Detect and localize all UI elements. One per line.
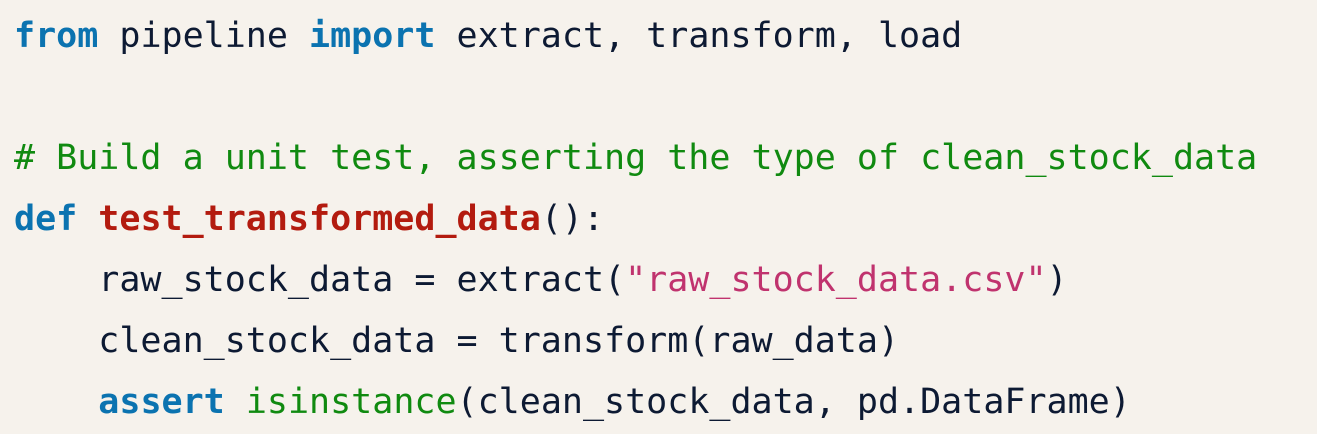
code-token-plain: raw_stock_data = extract( [14, 260, 626, 300]
code-token-function-name: test_transformed_data [98, 199, 541, 239]
code-token-string: "raw_stock_data.csv" [625, 260, 1047, 300]
code-token-comment: # Build a unit test, asserting the type … [14, 138, 1258, 178]
code-token-plain: (): [540, 199, 605, 239]
code-line: # Build a unit test, asserting the type … [14, 128, 1317, 189]
code-token-plain: clean_stock_data = transform(raw_data) [14, 321, 900, 361]
code-editor[interactable]: from pipeline import extract, transform,… [0, 0, 1317, 434]
code-token-builtin: isinstance [245, 382, 457, 422]
code-token-plain: ) [1046, 260, 1068, 300]
code-line: from pipeline import extract, transform,… [14, 6, 1317, 67]
code-token-plain: extract, transform, load [435, 16, 963, 56]
code-line: def test_transformed_data(): [14, 189, 1317, 250]
code-token-plain: (clean_stock_data, pd.DataFrame) [456, 382, 1131, 422]
code-line: clean_stock_data = transform(raw_data) [14, 311, 1317, 372]
code-token-keyword: from [14, 16, 99, 56]
code-line: assert isinstance(clean_stock_data, pd.D… [14, 372, 1317, 433]
code-token-keyword: import [309, 16, 436, 56]
code-line: raw_stock_data = extract("raw_stock_data… [14, 250, 1317, 311]
code-token-plain: pipeline [98, 16, 310, 56]
code-token-keyword: assert [98, 382, 225, 422]
code-token-keyword: def [14, 199, 78, 239]
